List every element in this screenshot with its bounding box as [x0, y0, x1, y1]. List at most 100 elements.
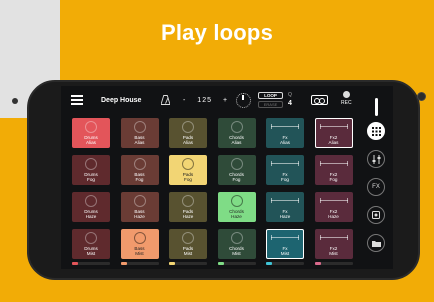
loop-pad[interactable]: Chords Haze	[217, 192, 256, 222]
pad-label: Bass Haze	[121, 209, 159, 220]
loop-pad[interactable]: Pads Alias	[169, 118, 207, 148]
loop-icon	[230, 195, 243, 207]
loop-pad[interactable]: Bass Mist	[120, 229, 159, 259]
quantize-value: 4	[288, 100, 292, 107]
loop-pad[interactable]: Fx Mist	[266, 229, 304, 259]
pad-label: Pads Alias	[169, 135, 207, 146]
pad-loop-name: Fog	[184, 177, 192, 183]
pad-loop-name: Haze	[85, 214, 97, 220]
pad-loop-name: Mist	[232, 251, 241, 257]
loop-icon	[133, 121, 146, 133]
loop-pad[interactable]: Pads Haze	[169, 192, 207, 222]
app-screen: Deep House - 125 + LOOP ERASE Q 4 REC Dr…	[61, 86, 393, 269]
pad-label: Fx2 Haze	[315, 209, 353, 220]
column-progress-bar	[169, 262, 207, 265]
loop-pad[interactable]: Fx2 Fog	[314, 155, 353, 185]
pad-loop-name: Alias	[134, 140, 145, 146]
loop-icon	[230, 158, 243, 170]
pad-label: Drums Fog	[72, 172, 110, 183]
waveform-icon	[319, 235, 348, 240]
loop-button[interactable]: LOOP	[258, 92, 283, 99]
pad-label: Bass Mist	[121, 246, 159, 257]
loop-icon	[230, 121, 243, 133]
loop-pad[interactable]: Chords Alias	[217, 118, 256, 148]
grid-icon[interactable]	[367, 122, 385, 140]
pad-loop-name: Mist	[86, 251, 96, 257]
sampler-icon[interactable]	[367, 206, 385, 224]
fx-icon[interactable]: FX	[367, 178, 385, 196]
metronome-icon[interactable]	[161, 95, 170, 105]
loop-pad[interactable]: Fx2 Mist	[314, 229, 353, 259]
column-progress-fill	[72, 262, 78, 265]
loop-pad[interactable]: Fx Alias	[266, 118, 304, 148]
column-progress-fill	[266, 262, 272, 265]
loop-pad[interactable]: Drums Fog	[72, 155, 110, 185]
loop-pad[interactable]: Drums Alias	[72, 118, 110, 148]
loop-icon	[182, 158, 194, 170]
loop-pad[interactable]: Fx Haze	[266, 192, 304, 222]
pad-loop-name: Alias	[328, 140, 339, 146]
volume-slider[interactable]	[375, 98, 378, 116]
loop-icon	[182, 232, 194, 244]
pad-loop-name: Mist	[280, 251, 290, 257]
loop-pad[interactable]: Fx2 Haze	[314, 192, 353, 222]
pad-loop-name: Fog	[232, 177, 241, 183]
loop-icon	[85, 195, 97, 207]
loop-icon	[133, 158, 146, 170]
column-progress-fill	[217, 262, 224, 265]
pad-label: Fx2 Alias	[315, 135, 353, 146]
pad-label: Fx2 Mist	[315, 246, 353, 257]
side-toolbar: FX	[361, 86, 393, 269]
pad-label: Drums Haze	[72, 209, 110, 220]
mixer-icon[interactable]	[367, 150, 385, 168]
pad-loop-name: Fog	[135, 177, 144, 183]
column-progress-fill	[120, 262, 127, 265]
pad-label: Drums Alias	[72, 135, 110, 146]
loop-pad[interactable]: Fx Fog	[266, 155, 304, 185]
loop-icon	[182, 195, 194, 207]
loop-icon	[85, 121, 97, 133]
pad-loop-name: Haze	[134, 214, 145, 220]
waveform-icon	[271, 124, 299, 129]
tempo-decrease-button[interactable]: -	[183, 97, 186, 104]
loop-pad[interactable]: Chords Mist	[217, 229, 256, 259]
tempo-control: - 125 +	[179, 97, 232, 104]
loop-pad[interactable]: Chords Fog	[217, 155, 256, 185]
project-title[interactable]: Deep House	[101, 97, 141, 104]
column-progress-fill	[314, 262, 321, 265]
record-label: REC	[341, 100, 352, 106]
erase-button[interactable]: ERASE	[258, 101, 283, 108]
column-progress-fill	[169, 262, 175, 265]
volume-knob[interactable]	[236, 93, 251, 108]
folder-icon[interactable]	[367, 234, 385, 252]
pad-label: Fx Alias	[266, 135, 304, 146]
loop-pad[interactable]: Bass Fog	[120, 155, 159, 185]
menu-icon[interactable]	[71, 95, 83, 105]
loop-icon	[230, 232, 243, 244]
loop-pad[interactable]: Bass Haze	[120, 192, 159, 222]
waveform-icon	[319, 124, 348, 129]
loop-pad[interactable]: Bass Alias	[120, 118, 159, 148]
record-button[interactable]: REC	[341, 91, 352, 106]
tempo-increase-button[interactable]: +	[223, 97, 228, 104]
pad-label: Bass Fog	[121, 172, 159, 183]
loop-pad[interactable]: Drums Mist	[72, 229, 110, 259]
loop-controls: LOOP ERASE	[258, 92, 283, 108]
column-progress-bar	[72, 262, 110, 265]
phone-camera	[417, 92, 426, 101]
cassette-icon[interactable]	[311, 95, 328, 105]
quantize-label: Q	[288, 92, 292, 98]
pad-label: Fx Fog	[266, 172, 304, 183]
tempo-value[interactable]: 125	[197, 97, 212, 104]
loop-pad[interactable]: Pads Mist	[169, 229, 207, 259]
waveform-icon	[271, 235, 299, 240]
quantize-control[interactable]: Q 4	[288, 92, 292, 107]
pad-label: Chords Mist	[218, 246, 256, 257]
loop-pad[interactable]: Drums Haze	[72, 192, 110, 222]
loop-pad[interactable]: Pads Fog	[169, 155, 207, 185]
pad-loop-name: Alias	[231, 140, 242, 146]
waveform-icon	[271, 198, 299, 203]
pad-label: Pads Mist	[169, 246, 207, 257]
pad-loop-name: Haze	[279, 214, 291, 220]
loop-pad[interactable]: Fx2 Alias	[314, 118, 353, 148]
